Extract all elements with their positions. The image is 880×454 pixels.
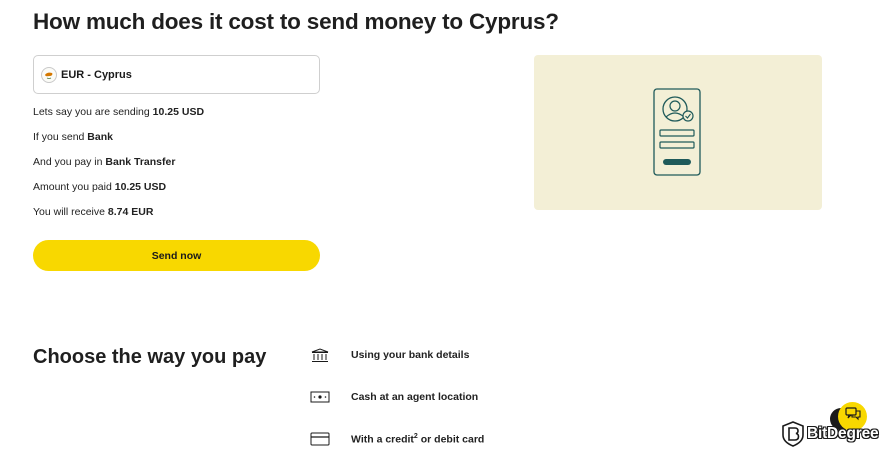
pay-option-cash[interactable]: Cash at an agent location	[310, 387, 478, 407]
pay-option-bank-label: Using your bank details	[351, 349, 470, 361]
phone-profile-icon	[653, 87, 701, 176]
pay-option-bank[interactable]: Using your bank details	[310, 345, 469, 365]
currency-country-select[interactable]: EUR - Cyprus	[33, 55, 320, 94]
bitdegree-logo-text: BitDegree	[807, 425, 879, 442]
pay-option-cash-label: Cash at an agent location	[351, 391, 479, 403]
pay-method-line: And you pay in Bank Transfer	[33, 156, 176, 168]
pay-method-value: Bank Transfer	[105, 156, 176, 168]
illustration-panel	[534, 55, 822, 210]
send-now-button[interactable]: Send now	[33, 240, 320, 271]
pay-option-card-label: With a credit2 or debit card	[351, 432, 485, 446]
bank-icon	[310, 347, 330, 362]
currency-select-label: EUR - Cyprus	[61, 68, 132, 81]
send-method-value: Bank	[87, 131, 113, 143]
sending-amount-value: 10.25 USD	[152, 106, 205, 118]
sending-amount-line: Lets say you are sending 10.25 USD	[33, 106, 205, 118]
pay-option-card[interactable]: With a credit2 or debit card	[310, 429, 484, 449]
amount-paid-value: 10.25 USD	[114, 181, 167, 193]
receive-amount-value: 8.74 EUR	[107, 206, 154, 218]
amount-paid-line: Amount you paid 10.25 USD	[33, 181, 167, 193]
receive-amount-line: You will receive 8.74 EUR	[33, 206, 154, 218]
card-icon	[310, 432, 330, 446]
bitdegree-shield-icon	[782, 421, 804, 447]
bitdegree-logo: BitDegree	[782, 421, 879, 447]
cash-icon	[310, 390, 330, 404]
pay-section-title: Choose the way you pay	[33, 346, 267, 368]
page-title: How much does it cost to send money to C…	[33, 9, 559, 34]
cyprus-flag-icon	[41, 66, 57, 83]
send-method-line: If you send Bank	[33, 131, 113, 143]
